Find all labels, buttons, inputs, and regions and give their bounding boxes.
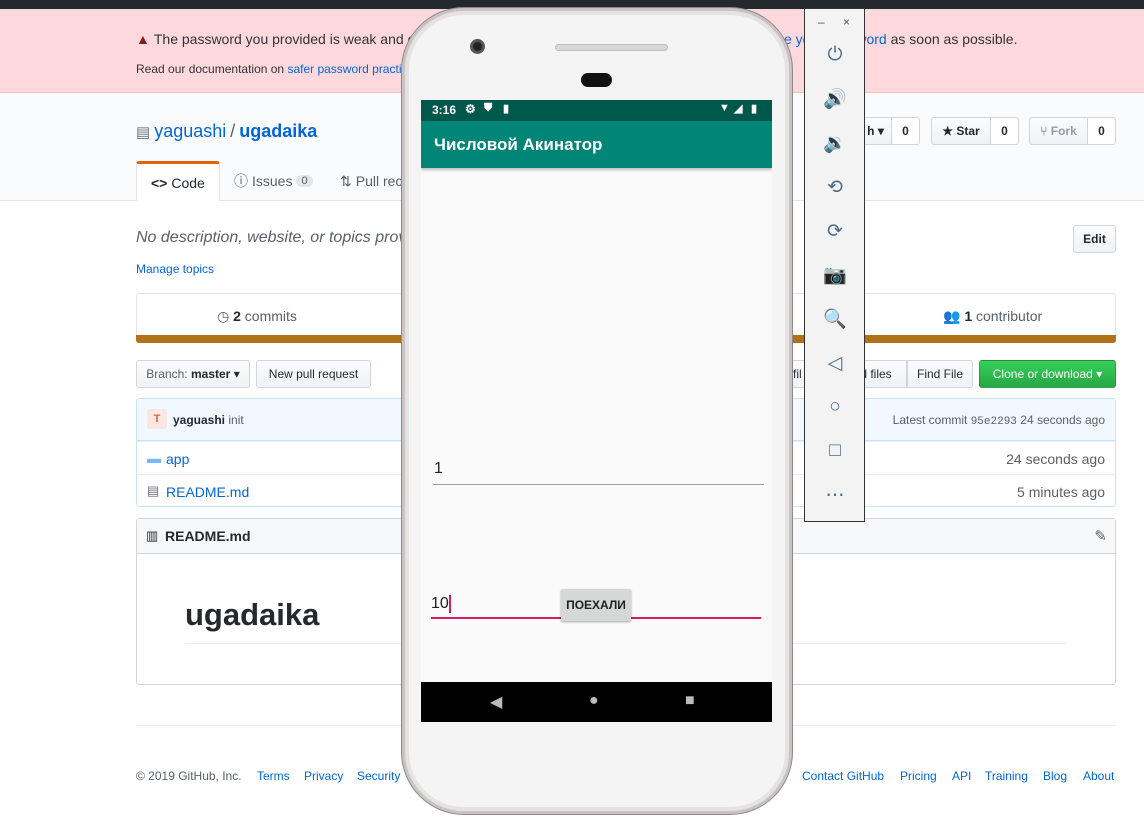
footer-link-security[interactable]: Security [357, 769, 400, 783]
footer-link-training[interactable]: Training [985, 769, 1028, 783]
repo-owner-link[interactable]: yaguashi [154, 121, 226, 141]
android-nav-bar: ◀ ● ■ [421, 682, 772, 722]
emulator-toolbar: – × ⏻ 🔊 🔉 ⟲ ⟳ 📷 🔍 ◁ ○ □ ⋯ [804, 8, 865, 522]
app-toolbar: Числовой Акинатор [421, 121, 772, 168]
commit-message[interactable]: init [228, 413, 243, 427]
book-icon: ▥ [146, 528, 159, 543]
flash-message: ▲ The password you provided is weak and c [136, 31, 415, 47]
sd-card-icon: ▮ [503, 103, 510, 115]
branch-select[interactable]: Branch: master ▾ [136, 360, 250, 388]
pencil-icon[interactable]: ✎ [1094, 527, 1107, 545]
android-emulator-phone: 3:16 ⚙ ⛊ ▮ ▼ ◢ ▮ Числовой Акинатор 1 10 … [402, 8, 792, 814]
issues-count: 0 [296, 175, 313, 187]
home-icon[interactable]: ○ [820, 392, 850, 422]
file-link-app[interactable]: app [166, 451, 189, 467]
file-icon: ▤ [147, 483, 160, 498]
fork-icon: ⑂ [1040, 124, 1048, 138]
people-icon: 👥 [943, 308, 961, 324]
go-button[interactable]: ПОЕХАЛИ [561, 589, 631, 621]
signal-icon: ◢ [734, 103, 743, 115]
code-icon: <> [151, 174, 168, 191]
commit-time: 24 seconds ago [1020, 413, 1105, 427]
minimize-button[interactable]: – [818, 15, 825, 29]
manage-topics-link[interactable]: Manage topics [136, 262, 214, 276]
overview-icon[interactable]: □ [820, 436, 850, 466]
repo-icon: ▤ [136, 124, 151, 141]
edit-description-button[interactable]: Edit [1073, 225, 1116, 253]
fork-count[interactable]: 0 [1088, 117, 1116, 145]
commits-link[interactable]: ◷ 2 commits [217, 308, 297, 325]
earpiece-speaker [555, 44, 668, 51]
nav-home-icon[interactable]: ● [589, 692, 599, 710]
star-count[interactable]: 0 [991, 117, 1019, 145]
watch-count[interactable]: 0 [892, 117, 920, 145]
footer-link-api[interactable]: API [952, 769, 971, 783]
nav-recents-icon[interactable]: ■ [685, 692, 695, 710]
rotate-right-icon[interactable]: ⟳ [820, 216, 850, 246]
proximity-sensor [581, 73, 612, 87]
issue-icon: ⓘ [234, 173, 248, 189]
camera-icon[interactable]: 📷 [820, 260, 850, 290]
close-button[interactable]: × [843, 15, 850, 29]
footer-link-pricing[interactable]: Pricing [900, 769, 937, 783]
tab-issues[interactable]: ⓘ Issues 0 [234, 161, 313, 201]
repo-title: ▤ yaguashi / ugadaika [136, 121, 318, 141]
folder-icon: ▬ [147, 450, 161, 466]
safer-password-link[interactable]: safer password practic [287, 62, 407, 76]
shield-icon: ⛊ [484, 102, 493, 114]
more-icon[interactable]: ⋯ [820, 480, 850, 510]
caret-down-icon: ▾ [877, 124, 884, 138]
caret-down-icon: ▾ [1096, 367, 1103, 381]
status-bar: 3:16 ⚙ ⛊ ▮ ▼ ◢ ▮ [421, 100, 772, 121]
nav-back-icon[interactable]: ◀ [490, 692, 502, 712]
find-file-button[interactable]: Find File [907, 360, 973, 388]
flash-doc-line: Read our documentation on safer password… [136, 62, 408, 76]
footer-link-blog[interactable]: Blog [1043, 769, 1067, 783]
wifi-icon: ▼ [719, 102, 730, 114]
front-camera [470, 39, 485, 54]
power-icon[interactable]: ⏻ [820, 40, 850, 70]
phone-screen: 3:16 ⚙ ⛊ ▮ ▼ ◢ ▮ Числовой Акинатор 1 10 … [421, 100, 772, 722]
clone-download-button[interactable]: Clone or download ▾ [979, 360, 1116, 388]
repo-name-link[interactable]: ugadaika [239, 121, 317, 141]
footer-link-privacy[interactable]: Privacy [304, 769, 343, 783]
readme-filename: README.md [165, 528, 251, 544]
volume-down-icon[interactable]: 🔉 [820, 128, 850, 158]
caret-down-icon: ▾ [233, 367, 240, 381]
number-field-1[interactable]: 1 [433, 454, 764, 485]
commit-sha-link[interactable]: 95e2293 [971, 416, 1017, 428]
text-cursor [449, 595, 451, 613]
volume-up-icon[interactable]: 🔊 [820, 84, 850, 114]
star-icon: ★ [942, 124, 954, 138]
footer-link-terms[interactable]: Terms [257, 769, 290, 783]
fork-button[interactable]: ⑂ Fork [1029, 117, 1088, 145]
avatar[interactable]: T [147, 409, 167, 429]
status-time: 3:16 [432, 103, 457, 117]
history-icon: ◷ [217, 308, 230, 324]
zoom-icon[interactable]: 🔍 [820, 304, 850, 334]
alert-icon: ▲ [136, 31, 150, 47]
new-pull-request-button[interactable]: New pull request [256, 360, 371, 388]
file-link-readme[interactable]: README.md [166, 484, 249, 500]
footer-link-contact[interactable]: Contact GitHub [802, 769, 884, 783]
star-button[interactable]: ★ Star [931, 117, 991, 145]
commit-author-link[interactable]: yaguashi [173, 413, 225, 427]
readme-heading: ugadaika [185, 597, 320, 632]
repo-description: No description, website, or topics provi [136, 229, 410, 246]
pull-request-icon: ⇅ [340, 172, 352, 189]
footer-link-about[interactable]: About [1083, 769, 1114, 783]
tab-code[interactable]: <> Code [136, 161, 220, 201]
settings-icon: ⚙ [465, 102, 476, 116]
file-age: 24 seconds ago [1006, 451, 1105, 467]
battery-icon: ▮ [751, 103, 758, 115]
contributors-link[interactable]: 👥 1 contributor [943, 308, 1042, 325]
file-age: 5 minutes ago [1017, 484, 1105, 500]
app-title: Числовой Акинатор [434, 135, 603, 154]
back-icon[interactable]: ◁ [820, 348, 850, 378]
footer-copyright: © 2019 GitHub, Inc. [136, 769, 242, 783]
rotate-left-icon[interactable]: ⟲ [820, 172, 850, 202]
tab-pull-requests[interactable]: ⇅ Pull rec [340, 161, 402, 201]
